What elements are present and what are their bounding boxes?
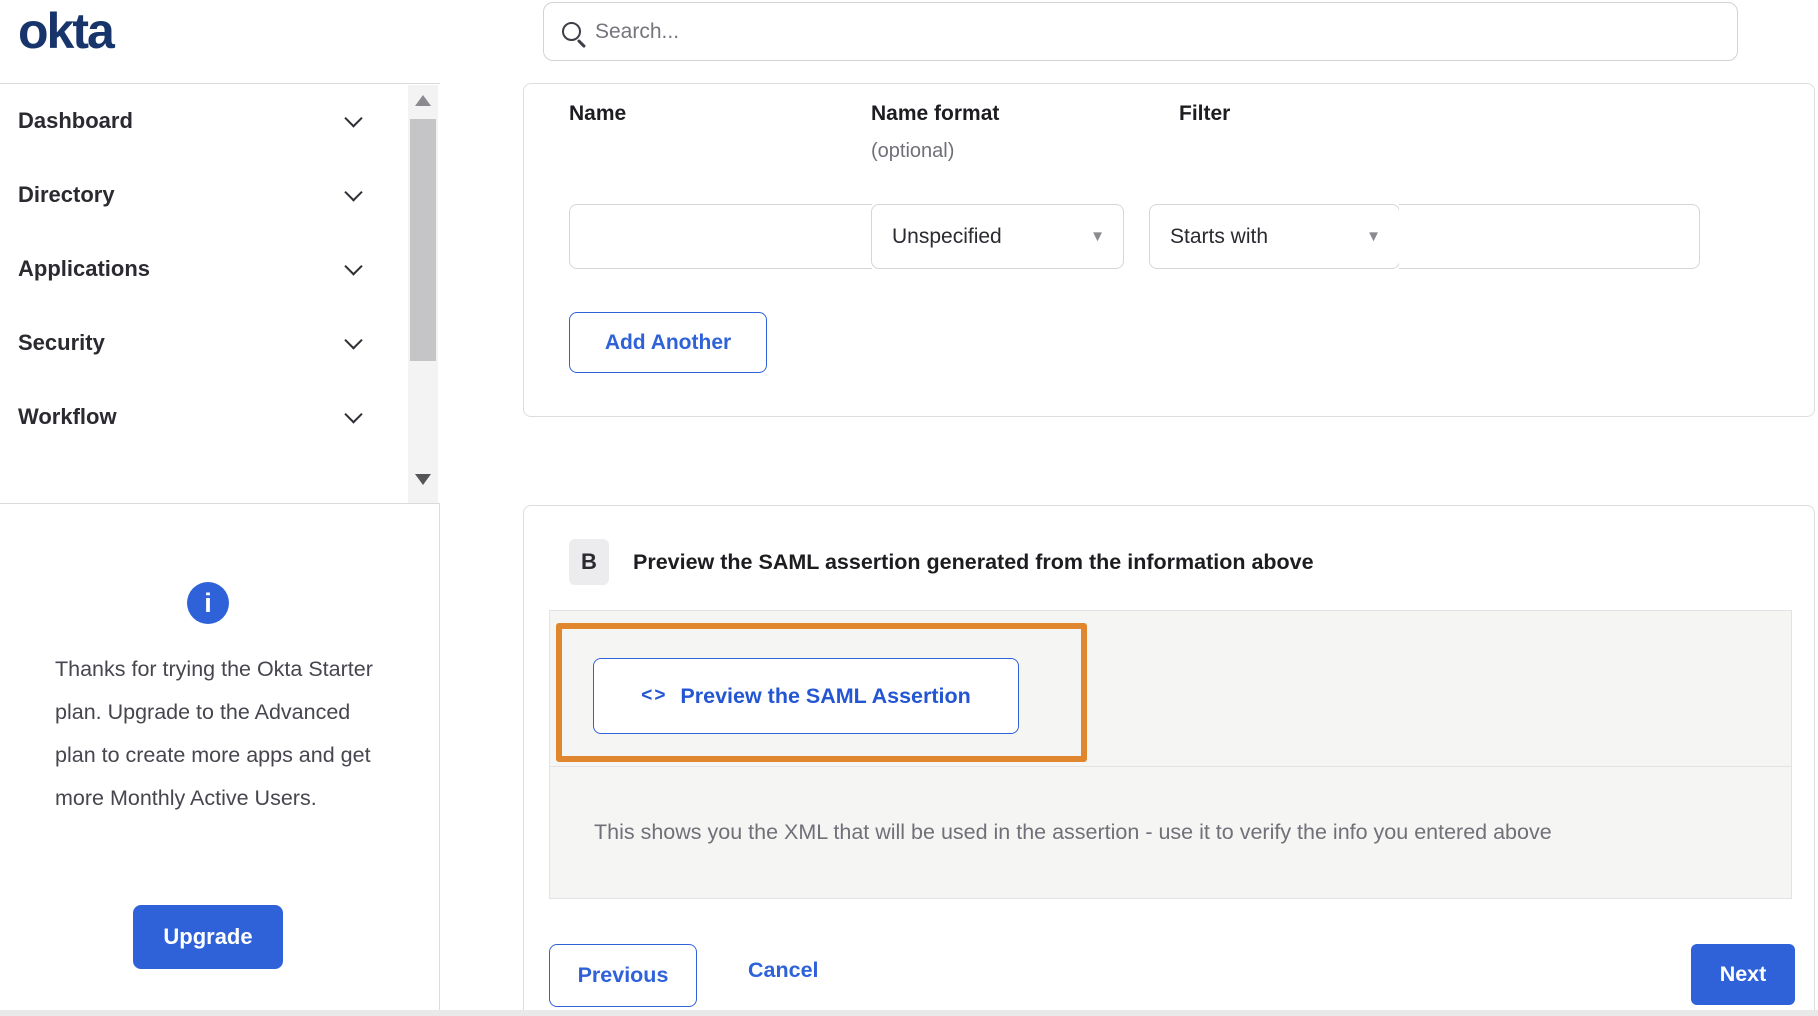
- sidebar-item-label: Dashboard: [18, 108, 133, 133]
- preview-saml-assertion-button[interactable]: <> Preview the SAML Assertion: [593, 658, 1019, 734]
- filter-selected-value: Starts with: [1170, 224, 1269, 248]
- chevron-down-icon: [344, 109, 363, 128]
- chevron-down-icon: [344, 257, 363, 276]
- upgrade-button[interactable]: Upgrade: [133, 905, 283, 969]
- okta-admin-page: okta Dashboard Directory Applications Se…: [0, 0, 1818, 1010]
- dropdown-caret-icon: ▼: [1366, 228, 1381, 245]
- sidebar-item-label: Security: [18, 330, 105, 355]
- sidebar-item-workflow[interactable]: Workflow: [0, 380, 440, 454]
- sidebar-item-dashboard[interactable]: Dashboard: [0, 84, 440, 158]
- attribute-statements-card: Name Name format Filter (optional) Unspe…: [523, 83, 1815, 417]
- filter-column-label: Filter: [1179, 102, 1231, 125]
- name-column-label: Name: [569, 102, 627, 125]
- chevron-down-icon: [344, 405, 363, 424]
- sidebar-nav: Dashboard Directory Applications Securit…: [0, 83, 440, 504]
- sidebar-item-label: Directory: [18, 182, 115, 207]
- scroll-down-icon[interactable]: [415, 474, 431, 485]
- chevron-down-icon: [344, 183, 363, 202]
- preview-description-text: This shows you the XML that will be used…: [594, 820, 1552, 844]
- sidebar-item-directory[interactable]: Directory: [0, 158, 440, 232]
- sidebar-item-label: Applications: [18, 256, 151, 281]
- filter-type-select[interactable]: Starts with ▼: [1149, 204, 1400, 269]
- name-format-column-label: Name format: [871, 102, 1000, 125]
- previous-button[interactable]: Previous: [549, 944, 697, 1007]
- optional-note: (optional): [871, 140, 955, 162]
- search-icon: [562, 22, 581, 41]
- section-b-title: Preview the SAML assertion generated fro…: [633, 550, 1314, 574]
- scroll-up-icon[interactable]: [415, 95, 431, 106]
- preview-button-label: Preview the SAML Assertion: [680, 683, 971, 708]
- sidebar-item-applications[interactable]: Applications: [0, 232, 440, 306]
- name-format-selected-value: Unspecified: [892, 224, 1002, 248]
- okta-logo: okta: [18, 3, 115, 59]
- sidebar-scrollbar[interactable]: [408, 85, 438, 503]
- filter-value-input[interactable]: [1399, 204, 1700, 269]
- preview-description-panel: This shows you the XML that will be used…: [549, 766, 1792, 899]
- preview-saml-card: B Preview the SAML assertion generated f…: [523, 505, 1815, 1010]
- sidebar-item-label: Workflow: [18, 404, 117, 429]
- trial-plan-message: Thanks for trying the Okta Starter plan.…: [55, 657, 373, 810]
- add-another-button[interactable]: Add Another: [569, 312, 767, 373]
- chevron-down-icon: [344, 331, 363, 350]
- info-icon: i: [187, 582, 229, 624]
- cancel-link[interactable]: Cancel: [748, 958, 819, 983]
- next-button[interactable]: Next: [1691, 944, 1795, 1005]
- code-icon: <>: [641, 685, 668, 706]
- attribute-name-input[interactable]: [569, 204, 872, 269]
- global-search[interactable]: [543, 2, 1738, 61]
- scrollbar-thumb[interactable]: [410, 119, 436, 361]
- page-bottom-edge: [0, 1010, 1818, 1016]
- search-input[interactable]: [595, 19, 1595, 44]
- section-b-badge: B: [569, 539, 609, 585]
- name-format-select[interactable]: Unspecified ▼: [871, 204, 1124, 269]
- dropdown-caret-icon: ▼: [1090, 228, 1105, 245]
- sidebar-item-security[interactable]: Security: [0, 306, 440, 380]
